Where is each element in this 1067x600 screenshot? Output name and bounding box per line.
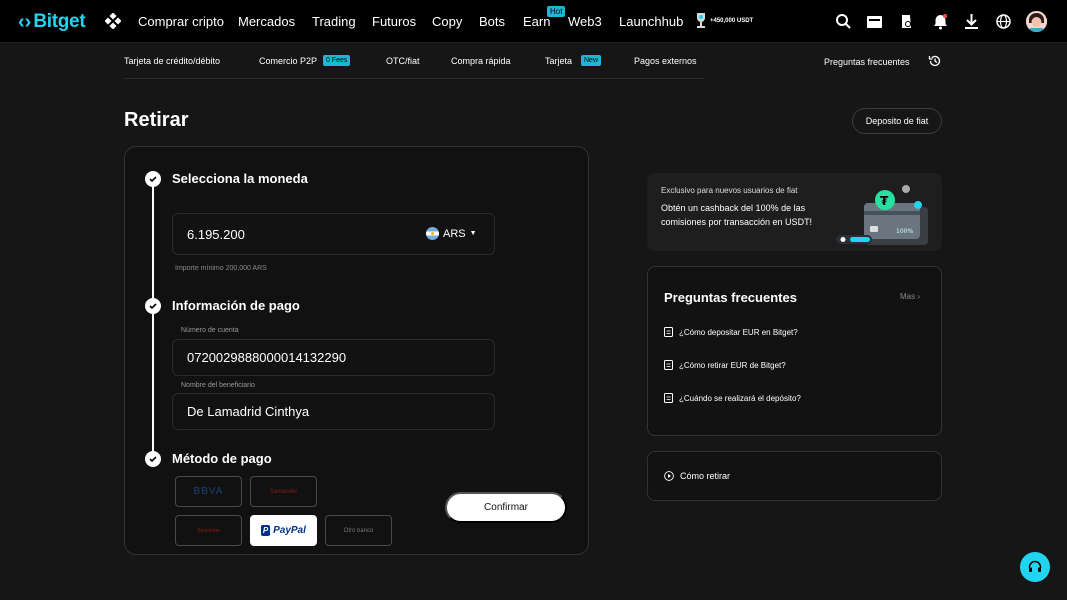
logo-icon: ‹› bbox=[18, 10, 32, 33]
step-payment-method-title: Método de pago bbox=[172, 451, 272, 466]
amount-value: 6.195.200 bbox=[187, 227, 245, 242]
nav-mercados[interactable]: Mercados bbox=[238, 14, 295, 29]
how-to-withdraw-link[interactable]: Cómo retirar bbox=[664, 471, 730, 481]
promo-banner[interactable]: +450,000 USDT bbox=[694, 12, 753, 30]
faq-title: Preguntas frecuentes bbox=[664, 290, 797, 305]
nav-earn[interactable]: Earn bbox=[523, 14, 550, 29]
nav-copy[interactable]: Copy bbox=[432, 14, 462, 29]
promo-text: +450,000 USDT bbox=[710, 18, 754, 24]
hot-badge: Hot bbox=[547, 6, 566, 17]
avatar[interactable] bbox=[1026, 11, 1047, 32]
subnav-divider bbox=[124, 78, 704, 79]
globe-icon[interactable] bbox=[995, 13, 1012, 30]
orders-icon[interactable] bbox=[898, 13, 915, 30]
history-icon[interactable] bbox=[928, 54, 942, 68]
step-check-icon bbox=[145, 171, 161, 187]
nav-comprar-cripto[interactable]: Comprar cripto bbox=[138, 14, 224, 29]
subnav-card[interactable]: Tarjeta de crédito/débito bbox=[124, 56, 220, 66]
nav-bots[interactable]: Bots bbox=[479, 14, 505, 29]
account-number-value: 0720029888000014132290 bbox=[187, 350, 347, 365]
faq-item[interactable]: ¿Cuándo se realizará el depósito? bbox=[664, 393, 801, 403]
beneficiary-label: Nombre del beneficiario bbox=[181, 382, 255, 389]
faq-item[interactable]: ¿Cómo depositar EUR en Bitget? bbox=[664, 327, 798, 337]
nav-futuros[interactable]: Futuros bbox=[372, 14, 416, 29]
confirm-button[interactable]: Confirmar bbox=[445, 492, 567, 523]
argentina-flag-icon bbox=[426, 227, 439, 240]
faq-item-label: ¿Cuándo se realizará el depósito? bbox=[679, 393, 801, 403]
currency-code: ARS bbox=[443, 227, 466, 240]
account-number-label: Número de cuenta bbox=[181, 327, 239, 334]
tether-icon: ₮ bbox=[880, 194, 889, 208]
download-icon[interactable] bbox=[963, 13, 980, 30]
payment-option-santander[interactable]: Santander bbox=[250, 476, 317, 507]
step-select-currency-title: Selecciona la moneda bbox=[172, 171, 308, 186]
fiat-deposit-button[interactable]: Deposito de fiat bbox=[852, 108, 942, 134]
document-icon bbox=[664, 360, 673, 370]
payment-option-other-bank[interactable]: Otro banco bbox=[325, 515, 392, 546]
faq-link[interactable]: Preguntas frecuentes bbox=[824, 57, 910, 67]
step-connector-line bbox=[152, 180, 154, 458]
payment-option-paypal[interactable]: P PayPal bbox=[250, 515, 317, 546]
bbva-logo: BBVA bbox=[193, 486, 224, 497]
step-payment-info-title: Información de pago bbox=[172, 298, 300, 313]
payment-option-bbva[interactable]: BBVA bbox=[175, 476, 242, 507]
headset-icon bbox=[1028, 560, 1042, 572]
bitget-logo[interactable]: ‹› Bitget bbox=[18, 10, 86, 34]
promo-subtitle: Exclusivo para nuevos usuarios de fiat bbox=[661, 186, 798, 195]
santander-logo: Santander bbox=[196, 527, 221, 534]
zero-fees-badge: 0 Fees bbox=[323, 55, 351, 66]
play-icon bbox=[664, 471, 674, 481]
subnav-quick-buy[interactable]: Compra rápida bbox=[451, 56, 511, 66]
support-chat-button[interactable] bbox=[1020, 552, 1050, 582]
faq-item-label: ¿Cómo retirar EUR de Bitget? bbox=[679, 360, 786, 370]
faq-more-label: Mas bbox=[900, 292, 916, 301]
minimum-amount-hint: Importe mínimo 200,000 ARS bbox=[175, 265, 267, 272]
avatar-image bbox=[1026, 11, 1047, 32]
top-navbar: ‹› Bitget Comprar cripto Mercados Tradin… bbox=[0, 0, 1067, 43]
cashback-illustration: 100% ₮ bbox=[836, 185, 928, 245]
currency-select[interactable]: ARS ▼ bbox=[426, 227, 477, 240]
document-icon bbox=[664, 327, 673, 337]
subnav-p2p[interactable]: Comercio P2P bbox=[259, 56, 317, 66]
caret-down-icon: ▼ bbox=[469, 230, 477, 237]
wallet-icon[interactable] bbox=[866, 13, 883, 30]
nav-web3[interactable]: Web3 bbox=[568, 14, 602, 29]
bell-icon[interactable] bbox=[932, 13, 949, 30]
subnav-otc[interactable]: OTC/fiat bbox=[386, 56, 420, 66]
step-check-icon bbox=[145, 451, 161, 467]
promo-headline: Obtén un cashback del 100% de las comisi… bbox=[661, 203, 813, 227]
trophy-icon bbox=[697, 13, 705, 28]
paypal-icon: P bbox=[261, 525, 271, 536]
document-icon bbox=[664, 393, 673, 403]
faq-item-label: ¿Cómo depositar EUR en Bitget? bbox=[679, 327, 798, 337]
nav-launchhub[interactable]: Launchhub bbox=[619, 14, 683, 29]
paypal-label: PayPal bbox=[273, 525, 306, 536]
beneficiary-value: De Lamadrid Cinthya bbox=[187, 404, 310, 419]
page-title: Retirar bbox=[124, 109, 189, 131]
nav-trading[interactable]: Trading bbox=[312, 14, 356, 29]
faq-more-link[interactable]: Mas › bbox=[900, 292, 920, 301]
payment-option-santander-2[interactable]: Santander bbox=[175, 515, 242, 546]
faq-item[interactable]: ¿Cómo retirar EUR de Bitget? bbox=[664, 360, 786, 370]
santander-logo: Santander bbox=[269, 488, 298, 495]
promo-art-text: 100% bbox=[896, 228, 913, 235]
subnav-tarjeta[interactable]: Tarjeta bbox=[545, 56, 572, 66]
search-icon[interactable] bbox=[835, 13, 852, 30]
other-bank-label: Otro banco bbox=[343, 527, 374, 534]
chevron-right-icon: › bbox=[917, 292, 921, 301]
new-badge: New bbox=[581, 55, 602, 66]
how-to-withdraw-label: Cómo retirar bbox=[680, 471, 731, 481]
subnav-external-payments[interactable]: Pagos externos bbox=[634, 56, 697, 66]
logo-text: Bitget bbox=[33, 11, 86, 32]
apps-icon[interactable] bbox=[105, 13, 121, 29]
step-check-icon bbox=[145, 298, 161, 314]
paypal-logo: P PayPal bbox=[261, 525, 306, 536]
